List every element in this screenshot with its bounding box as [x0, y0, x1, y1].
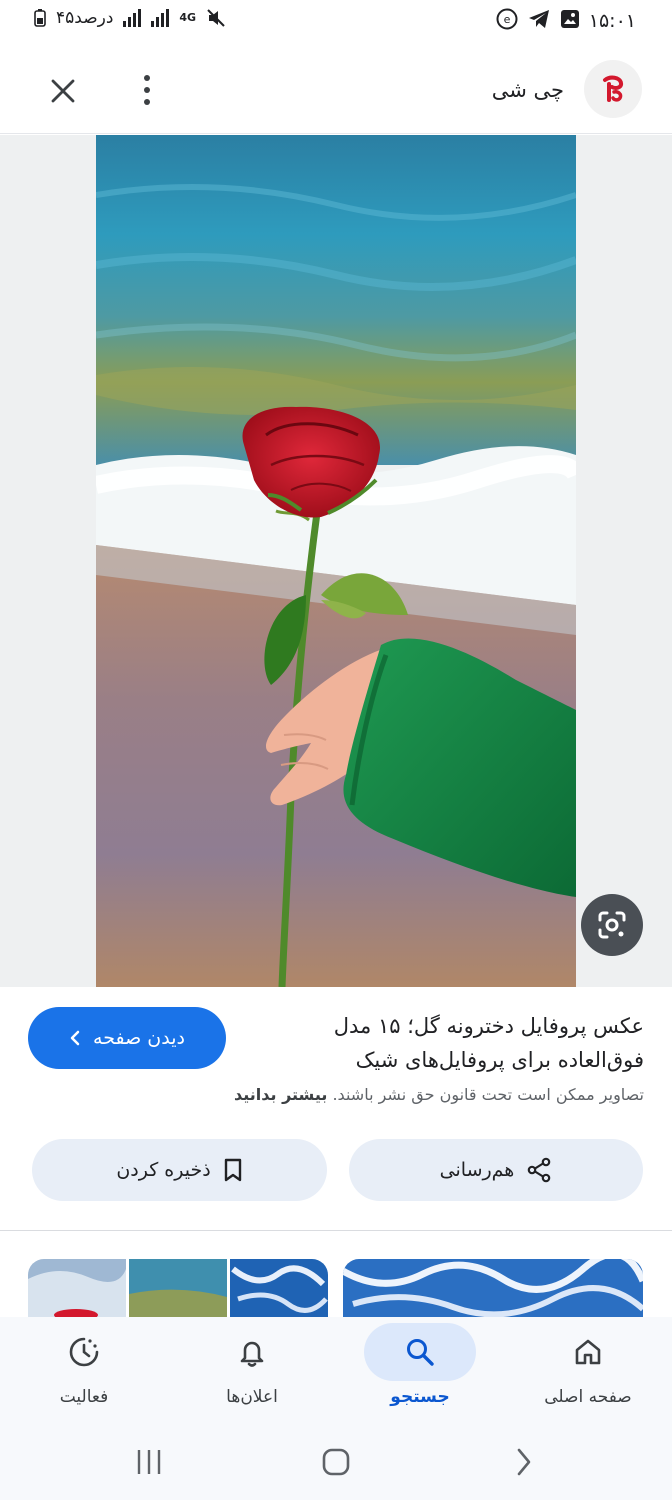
thumbnail-image-2 [343, 1259, 643, 1317]
gallery-icon [561, 10, 579, 28]
mute-icon [207, 9, 225, 27]
learn-more-link[interactable]: بیشتر بدانید [234, 1085, 327, 1104]
chevron-right-icon [517, 1448, 531, 1476]
thumbnail-image [28, 1259, 328, 1317]
recent-apps-button[interactable] [124, 1440, 174, 1484]
signal-icon [123, 9, 142, 27]
bottom-navigation: صفحه اصلی جستجو اعلان‌ها فعالیت [0, 1317, 672, 1422]
nav-notifications-icon-wrap [196, 1323, 308, 1381]
clock: ۱۵:۰۱ [588, 10, 636, 32]
nav-activity-label: فعالیت [59, 1387, 109, 1407]
related-image-thumbnail-2[interactable] [343, 1259, 643, 1317]
home-icon [575, 1339, 601, 1365]
copyright-notice: تصاویر ممکن است تحت قانون حق نشر باشند. … [234, 1085, 644, 1104]
close-icon [51, 79, 75, 103]
nav-notifications[interactable]: اعلان‌ها [172, 1323, 332, 1418]
telegram-icon [529, 10, 549, 28]
nav-activity-icon-wrap [28, 1323, 140, 1381]
status-right: e [496, 8, 580, 30]
google-lens-icon [598, 911, 626, 939]
save-label: ذخیره کردن [116, 1159, 211, 1181]
status-left: ۴۵درصد 4G [34, 8, 226, 28]
result-info-panel: عکس پروفایل دخترونه گل؛ ۱۵ مدل فوق‌العاد… [0, 987, 672, 1317]
site-name[interactable]: چی شی [492, 78, 564, 102]
share-label: هم‌رسانی [439, 1159, 515, 1181]
signal-icon-2 [151, 9, 170, 27]
bell-icon [240, 1341, 264, 1367]
google-lens-button[interactable] [581, 894, 643, 956]
save-button[interactable]: ذخیره کردن [32, 1139, 327, 1201]
bookmark-icon [224, 1158, 241, 1182]
home-system-button[interactable] [311, 1440, 361, 1484]
activity-icon [69, 1337, 99, 1367]
share-button[interactable]: هم‌رسانی [349, 1139, 643, 1201]
chevron-left-icon [70, 1030, 80, 1046]
nav-activity[interactable]: فعالیت [4, 1323, 164, 1418]
share-icon [528, 1157, 551, 1183]
nav-home-label: صفحه اصلی [544, 1387, 632, 1407]
nav-search-icon-wrap [364, 1323, 476, 1381]
visit-page-label: دیدن صفحه [93, 1027, 185, 1049]
more-vert-icon [144, 75, 150, 81]
site-logo-icon [603, 75, 624, 102]
nav-home-icon-wrap [532, 1323, 644, 1381]
related-image-thumbnail[interactable] [28, 1259, 328, 1317]
image-viewer [0, 135, 672, 987]
result-title[interactable]: عکس پروفایل دخترونه گل؛ ۱۵ مدل فوق‌العاد… [274, 1009, 644, 1077]
back-button[interactable] [499, 1440, 549, 1484]
system-navigation-bar [0, 1422, 672, 1500]
home-square-icon [322, 1448, 350, 1476]
nav-search[interactable]: جستجو [340, 1323, 500, 1418]
nav-home[interactable]: صفحه اصلی [508, 1323, 668, 1418]
more-options-button[interactable] [128, 70, 166, 110]
network-type: 4G [179, 11, 197, 24]
divider [0, 1230, 672, 1231]
nav-search-label: جستجو [390, 1387, 450, 1407]
battery-text: ۴۵درصد [56, 8, 114, 28]
site-logo[interactable] [584, 60, 642, 118]
status-bar: ۴۵درصد 4G e ۱۵:۰۱ [0, 0, 672, 44]
copyright-text: تصاویر ممکن است تحت قانون حق نشر باشند. [332, 1085, 644, 1104]
result-image[interactable] [96, 135, 576, 987]
battery-icon [34, 9, 46, 27]
search-icon [407, 1339, 434, 1366]
recents-icon [137, 1450, 161, 1474]
app-notification-icon: e [496, 8, 518, 30]
close-button[interactable] [44, 72, 82, 110]
svg-text:e: e [504, 13, 511, 26]
visit-page-button[interactable]: دیدن صفحه [28, 1007, 226, 1069]
nav-notifications-label: اعلان‌ها [226, 1387, 278, 1407]
rose-photo [96, 135, 576, 987]
app-header: چی شی [0, 44, 672, 134]
